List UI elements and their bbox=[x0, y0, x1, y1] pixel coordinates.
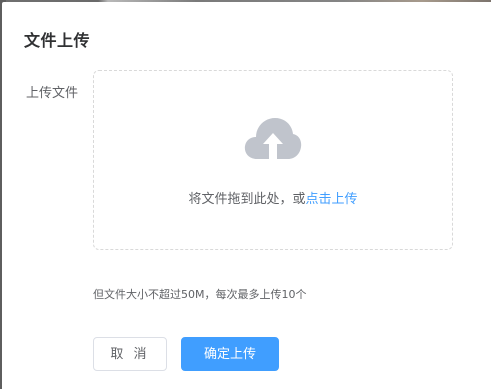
dialog-title: 文件上传 bbox=[24, 31, 91, 50]
click-upload-link[interactable]: 点击上传 bbox=[306, 192, 358, 207]
cancel-button[interactable]: 取 消 bbox=[93, 337, 167, 371]
cloud-upload-icon bbox=[243, 115, 303, 161]
dropzone-text: 将文件拖到此处，或点击上传 bbox=[94, 188, 452, 207]
drop-instruction: 将文件拖到此处，或 bbox=[188, 192, 306, 207]
upload-field-label: 上传文件 bbox=[26, 86, 79, 101]
upload-tip: 但文件大小不超过50M，每次最多上传10个 bbox=[93, 288, 307, 301]
upload-dialog: 文件上传 上传文件 将文件拖到此处，或点击上传 但文件大小不超过50M，每次最多… bbox=[2, 2, 491, 389]
confirm-upload-button[interactable]: 确定上传 bbox=[181, 337, 279, 371]
upload-dropzone[interactable]: 将文件拖到此处，或点击上传 bbox=[93, 70, 453, 250]
